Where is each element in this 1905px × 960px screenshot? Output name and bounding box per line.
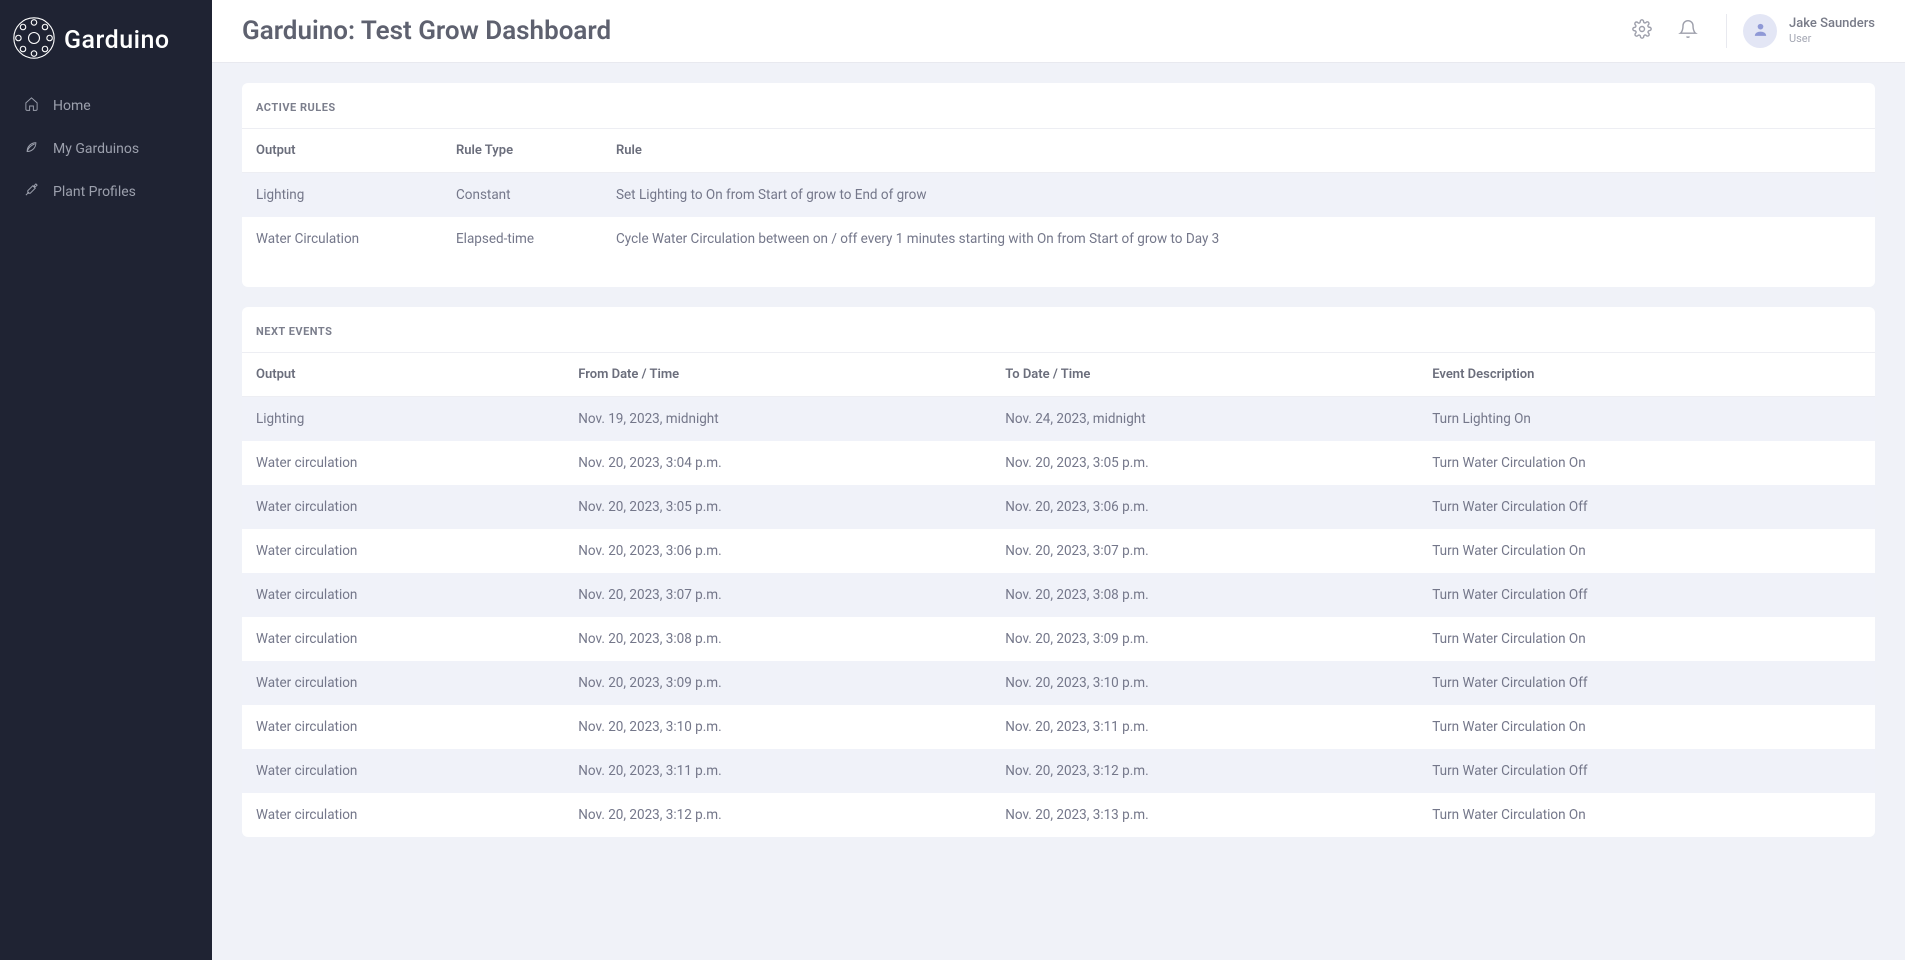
sidebar-item-my-garduinos[interactable]: My Garduinos [0,127,212,170]
table-cell: Nov. 20, 2023, 3:08 p.m. [564,617,991,661]
table-cell: Water circulation [242,573,564,617]
table-row: Water circulationNov. 20, 2023, 3:05 p.m… [242,485,1875,529]
table-row: Water circulationNov. 20, 2023, 3:06 p.m… [242,529,1875,573]
topbar: Garduino: Test Grow Dashboard Jake Saund… [212,0,1905,63]
sidebar-item-label: Plant Profiles [53,184,136,200]
table-cell: Set Lighting to On from Start of grow to… [602,173,1875,218]
user-role: User [1789,32,1875,46]
table-cell: Nov. 20, 2023, 3:10 p.m. [991,661,1418,705]
active-rules-card: ACTIVE RULES OutputRule TypeRule Lightin… [242,83,1875,287]
sidebar: Garduino Home My Garduinos Plant Profile… [0,0,212,960]
column-header: From Date / Time [564,353,991,397]
table-cell: Turn Water Circulation On [1418,793,1875,837]
next-events-card: NEXT EVENTS OutputFrom Date / TimeTo Dat… [242,307,1875,837]
table-cell: Water circulation [242,661,564,705]
table-cell: Water circulation [242,617,564,661]
table-cell: Nov. 20, 2023, 3:12 p.m. [991,749,1418,793]
table-cell: Nov. 20, 2023, 3:09 p.m. [564,661,991,705]
table-row: LightingNov. 19, 2023, midnightNov. 24, … [242,397,1875,442]
table-cell: Nov. 20, 2023, 3:12 p.m. [564,793,991,837]
table-cell: Nov. 20, 2023, 3:11 p.m. [564,749,991,793]
table-cell: Turn Water Circulation Off [1418,485,1875,529]
table-cell: Turn Water Circulation On [1418,529,1875,573]
table-cell: Nov. 20, 2023, 3:05 p.m. [991,441,1418,485]
column-header: Event Description [1418,353,1875,397]
table-row: Water circulationNov. 20, 2023, 3:09 p.m… [242,661,1875,705]
table-row: Water circulationNov. 20, 2023, 3:07 p.m… [242,573,1875,617]
user-menu[interactable]: Jake Saunders User [1726,14,1875,48]
logo[interactable]: Garduino [0,10,212,84]
sidebar-item-label: My Garduinos [53,141,139,157]
table-cell: Turn Water Circulation Off [1418,573,1875,617]
table-cell: Water circulation [242,529,564,573]
table-cell: Turn Water Circulation On [1418,441,1875,485]
table-cell: Constant [442,173,602,218]
table-cell: Lighting [242,397,564,442]
user-icon [1752,21,1769,42]
table-cell: Elapsed-time [442,217,602,287]
table-cell: Turn Water Circulation Off [1418,749,1875,793]
table-row: Water circulationNov. 20, 2023, 3:04 p.m… [242,441,1875,485]
avatar [1743,14,1777,48]
table-cell: Turn Water Circulation On [1418,617,1875,661]
table-cell: Nov. 20, 2023, 3:13 p.m. [991,793,1418,837]
sidebar-item-label: Home [53,98,91,114]
table-cell: Nov. 20, 2023, 3:06 p.m. [991,485,1418,529]
table-cell: Nov. 20, 2023, 3:10 p.m. [564,705,991,749]
leaf-icon [24,139,39,158]
table-cell: Nov. 20, 2023, 3:06 p.m. [564,529,991,573]
table-row: Water circulationNov. 20, 2023, 3:08 p.m… [242,617,1875,661]
table-cell: Nov. 20, 2023, 3:11 p.m. [991,705,1418,749]
table-cell: Nov. 20, 2023, 3:04 p.m. [564,441,991,485]
column-header: Output [242,129,442,173]
rules-table: OutputRule TypeRule LightingConstantSet … [242,129,1875,287]
table-cell: Nov. 20, 2023, 3:05 p.m. [564,485,991,529]
table-row: LightingConstantSet Lighting to On from … [242,173,1875,218]
table-cell: Turn Water Circulation On [1418,705,1875,749]
table-cell: Cycle Water Circulation between on / off… [602,217,1875,287]
card-header: NEXT EVENTS [242,307,1875,353]
page-title: Garduino: Test Grow Dashboard [242,16,1632,46]
table-cell: Nov. 20, 2023, 3:09 p.m. [991,617,1418,661]
table-cell: Nov. 20, 2023, 3:08 p.m. [991,573,1418,617]
settings-icon[interactable] [1632,19,1652,43]
table-cell: Water circulation [242,793,564,837]
sidebar-item-plant-profiles[interactable]: Plant Profiles [0,170,212,213]
home-icon [24,96,39,115]
bell-icon[interactable] [1678,19,1698,43]
table-cell: Water circulation [242,705,564,749]
table-cell: Nov. 20, 2023, 3:07 p.m. [564,573,991,617]
table-cell: Lighting [242,173,442,218]
user-name: Jake Saunders [1789,16,1875,32]
main-content: Garduino: Test Grow Dashboard Jake Saund… [212,0,1905,960]
table-cell: Nov. 24, 2023, midnight [991,397,1418,442]
events-table: OutputFrom Date / TimeTo Date / TimeEven… [242,353,1875,837]
table-row: Water circulationNov. 20, 2023, 3:10 p.m… [242,705,1875,749]
column-header: To Date / Time [991,353,1418,397]
sidebar-item-home[interactable]: Home [0,84,212,127]
column-header: Output [242,353,564,397]
table-cell: Water circulation [242,485,564,529]
table-cell: Water circulation [242,441,564,485]
column-header: Rule Type [442,129,602,173]
card-header: ACTIVE RULES [242,83,1875,129]
logo-text: Garduino [64,26,170,55]
tools-icon [24,182,39,201]
table-cell: Nov. 20, 2023, 3:07 p.m. [991,529,1418,573]
table-row: Water CirculationElapsed-timeCycle Water… [242,217,1875,287]
table-row: Water circulationNov. 20, 2023, 3:12 p.m… [242,793,1875,837]
table-cell: Water Circulation [242,217,442,287]
table-cell: Nov. 19, 2023, midnight [564,397,991,442]
column-header: Rule [602,129,1875,173]
table-cell: Turn Water Circulation Off [1418,661,1875,705]
logo-icon [12,16,56,64]
table-row: Water circulationNov. 20, 2023, 3:11 p.m… [242,749,1875,793]
table-cell: Turn Lighting On [1418,397,1875,442]
table-cell: Water circulation [242,749,564,793]
